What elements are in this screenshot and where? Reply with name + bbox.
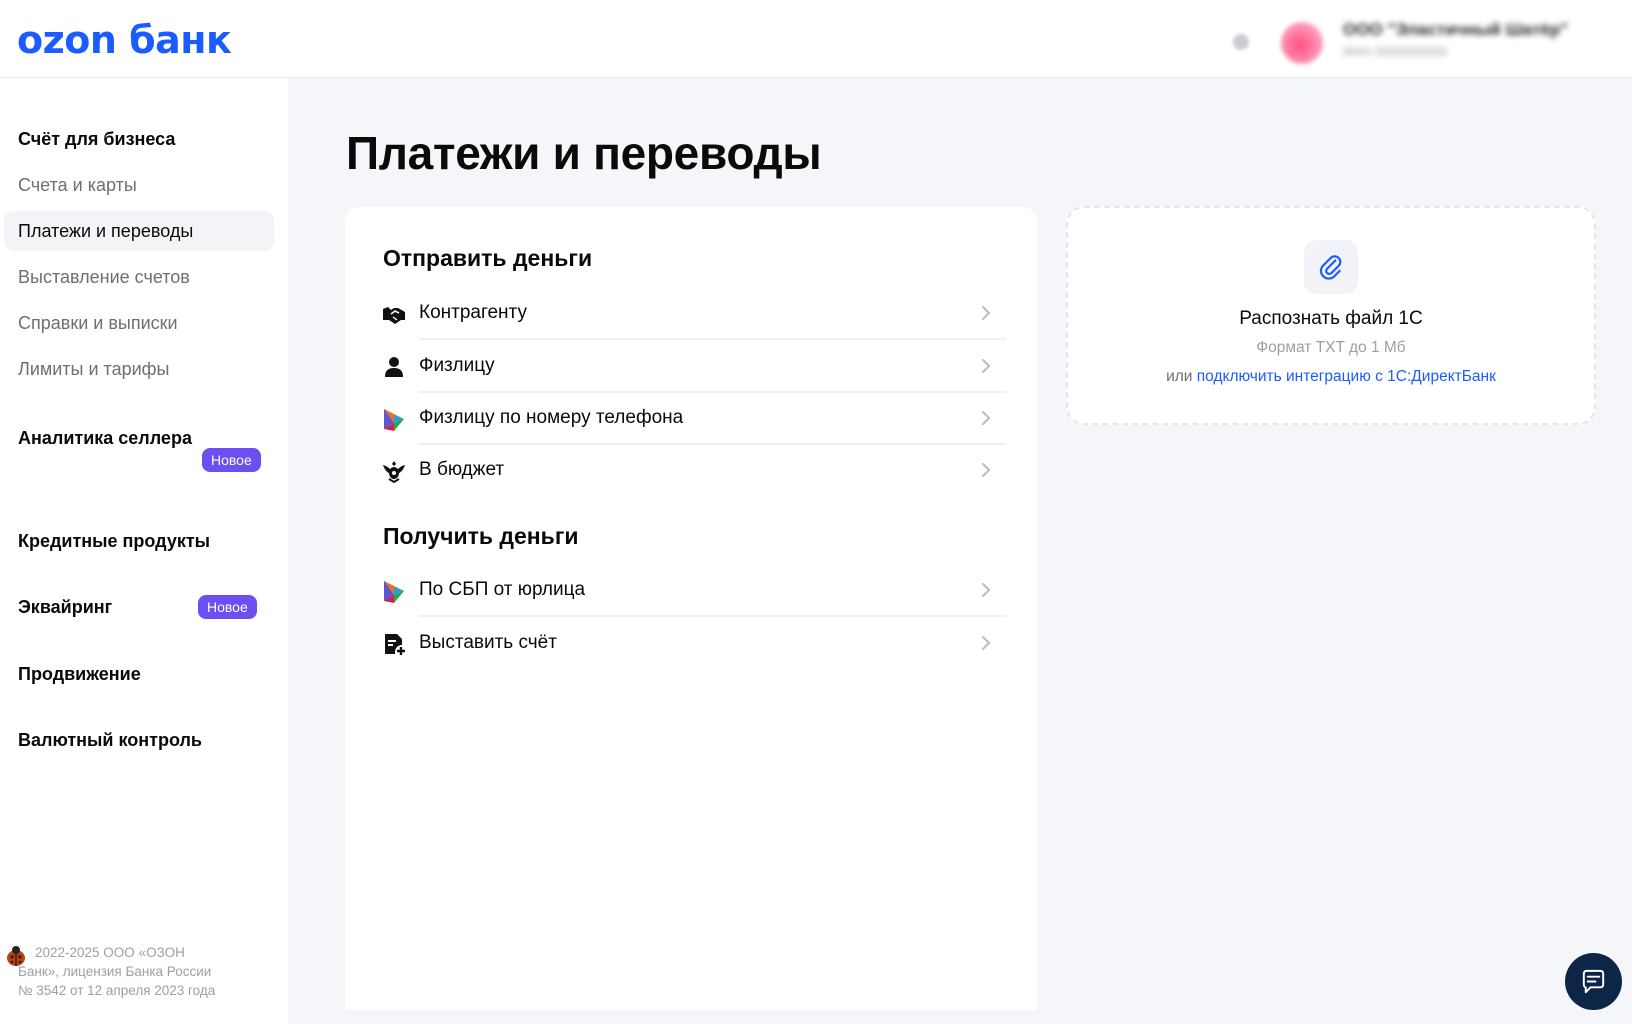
footer-copyright: 2022-2025 ООО «ОЗОН Банк», лицензия Банк… <box>18 943 248 1000</box>
or-text: или <box>1166 368 1193 385</box>
new-badge: Новое <box>198 595 257 619</box>
row-label: В бюджет <box>419 459 505 480</box>
upload-format-hint: Формат TXT до 1 Мб <box>1256 339 1406 356</box>
payments-card: Отправить деньги Контрагенту Физлицу Физ… <box>345 207 1037 1010</box>
row-label: Контрагенту <box>419 302 527 323</box>
avatar[interactable] <box>1281 22 1323 64</box>
footer-line: Банк», лицензия Банка России <box>18 964 212 979</box>
sidebar: Счёт для бизнеса Счета и карты Платежи и… <box>0 78 288 1024</box>
upload-1c-dropzone[interactable]: Распознать файл 1С Формат TXT до 1 Мб ил… <box>1066 206 1596 425</box>
row-label: Физлицу <box>419 355 495 376</box>
row-label: Выставить счёт <box>419 632 557 653</box>
company-inn: ИНН 0000000000 <box>1343 44 1448 59</box>
chat-button[interactable] <box>1565 953 1622 1010</box>
row-counterparty[interactable]: Контрагенту <box>381 287 1006 340</box>
receive-money-title: Получить деньги <box>383 523 579 549</box>
handshake-icon <box>383 307 405 324</box>
page-title: Платежи и переводы <box>346 127 822 179</box>
company-name[interactable]: ООО "Эластичный Шатёр" <box>1343 20 1575 40</box>
row-label: По СБП от юрлица <box>419 579 586 600</box>
row-individual-by-phone[interactable]: Физлицу по номеру телефона <box>381 392 1006 445</box>
person-icon <box>385 357 403 377</box>
row-budget[interactable]: В бюджет <box>381 444 1006 497</box>
chevron-right-icon <box>982 411 991 425</box>
upload-integration-line: или подключить интеграцию с 1С:ДиректБан… <box>1068 368 1594 386</box>
invoice-add-icon <box>385 634 405 655</box>
notification-icon[interactable] <box>1233 34 1249 50</box>
sidebar-item-limits-tariffs[interactable]: Лимиты и тарифы <box>4 349 274 389</box>
chevron-right-icon <box>982 463 991 477</box>
ozon-bank-logo[interactable]: ozon банк <box>17 16 232 64</box>
upload-icon-box <box>1304 240 1358 294</box>
chat-icon <box>1582 969 1605 994</box>
row-issue-invoice[interactable]: Выставить счёт <box>381 617 1006 670</box>
footer-line: 2022-2025 ООО «ОЗОН <box>35 945 185 960</box>
sidebar-item-payments[interactable]: Платежи и переводы <box>4 211 274 251</box>
chevron-right-icon <box>982 306 991 320</box>
chevron-right-icon <box>982 636 991 650</box>
sidebar-item-invoicing[interactable]: Выставление счетов <box>4 257 274 297</box>
upload-title: Распознать файл 1С <box>1239 308 1423 329</box>
chevron-right-icon <box>982 583 991 597</box>
integration-1c-link[interactable]: подключить интеграцию с 1С:ДиректБанк <box>1197 368 1496 385</box>
new-badge: Новое <box>202 448 261 472</box>
sidebar-item-statements[interactable]: Справки и выписки <box>4 303 274 343</box>
emblem-icon <box>383 461 405 484</box>
paperclip-icon <box>1319 255 1342 280</box>
sidebar-item-currency-control[interactable]: Валютный контроль <box>4 720 274 760</box>
sidebar-item-seller-analytics[interactable]: Аналитика селлера <box>4 421 194 485</box>
sidebar-item-business-account[interactable]: Счёт для бизнеса <box>4 119 274 159</box>
sbp-icon <box>384 409 404 431</box>
sbp-icon <box>384 581 404 603</box>
row-sbp-from-legal[interactable]: По СБП от юрлица <box>381 564 1006 617</box>
sidebar-item-promotion[interactable]: Продвижение <box>4 654 274 694</box>
chevron-right-icon <box>982 359 991 373</box>
send-money-title: Отправить деньги <box>383 245 593 271</box>
row-individual[interactable]: Физлицу <box>381 340 1006 393</box>
sidebar-item-credit-products[interactable]: Кредитные продукты <box>4 521 274 561</box>
footer-line: № 3542 от 12 апреля 2023 года <box>18 983 216 998</box>
top-header: ozon банк ООО "Эластичный Шатёр" ИНН 000… <box>0 0 1632 78</box>
row-label: Физлицу по номеру телефона <box>419 407 684 428</box>
sidebar-item-accounts-cards[interactable]: Счета и карты <box>4 165 274 205</box>
